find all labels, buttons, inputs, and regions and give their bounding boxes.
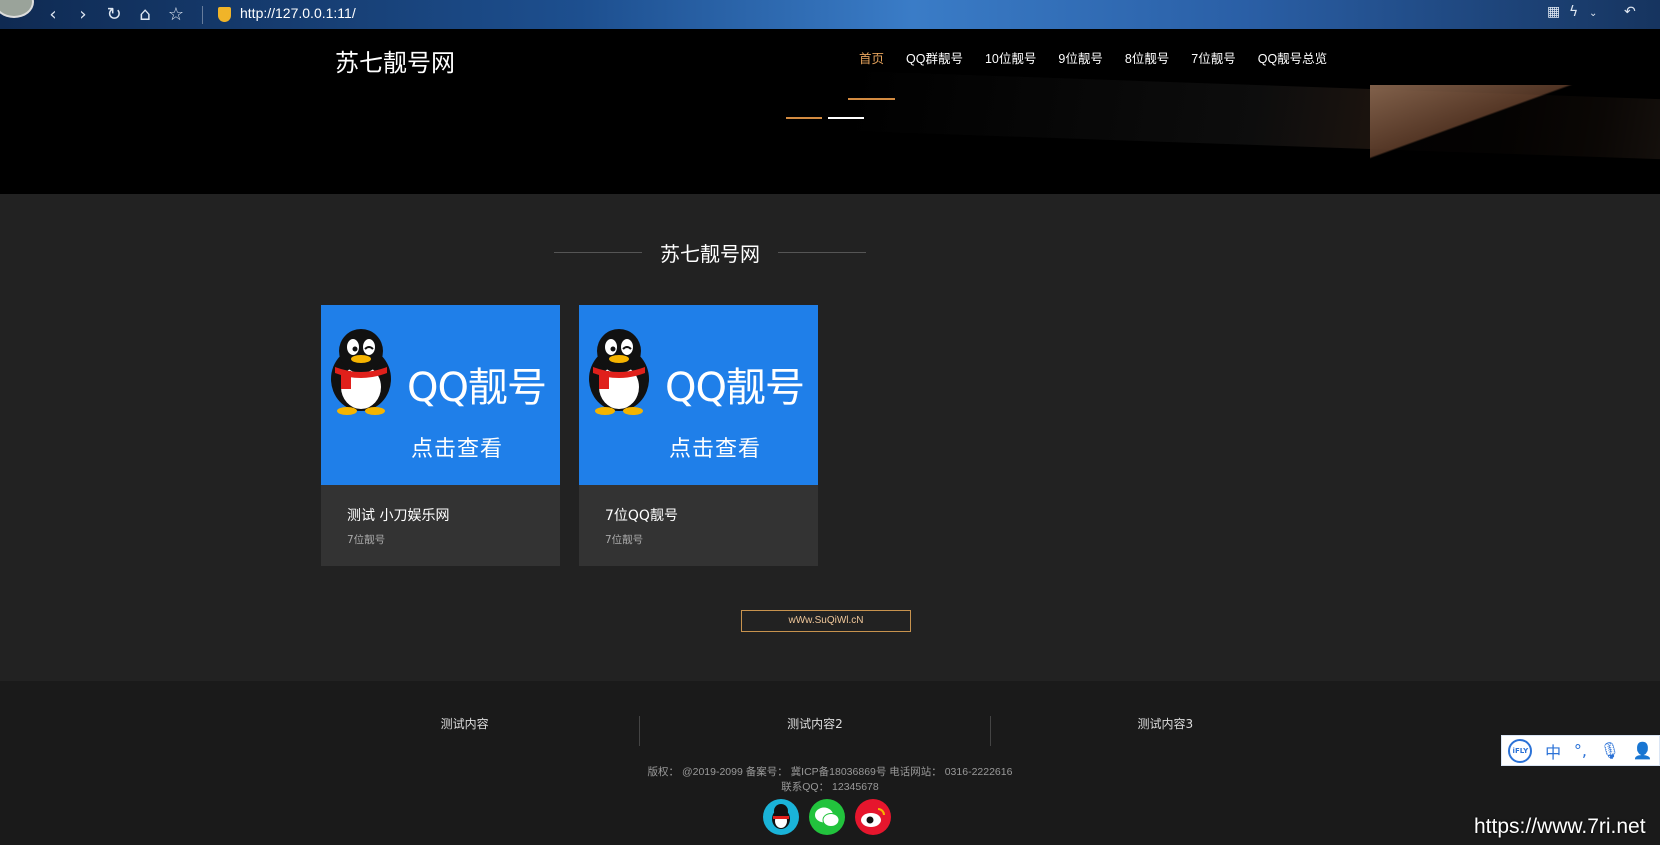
user-icon[interactable]: 👤 [1633,741,1653,760]
lightning-icon[interactable]: ϟ [1569,4,1578,20]
nav-home[interactable]: 首页 [848,48,896,100]
card-category: 7位靓号 [347,534,386,546]
main-nav: 首页 QQ群靓号 10位靓号 9位靓号 8位靓号 7位靓号 QQ靓号总览 [848,48,1338,100]
footer-link[interactable]: 测试内容2 [640,716,991,746]
section-title: 苏七靓号网 [660,242,760,266]
reload-icon[interactable]: ↻ [103,4,125,26]
card-image-title: QQ靓号 [665,365,805,411]
qq-penguin-icon [331,329,391,415]
nav-10-digit[interactable]: 10位靓号 [974,48,1047,100]
ifly-logo-icon[interactable]: iFLY [1508,738,1533,763]
site-link-button[interactable]: wWw.SuQiWl.cN [741,610,911,632]
divider [554,252,642,253]
back-icon[interactable]: ‹ [42,4,64,26]
weibo-icon[interactable] [855,799,891,835]
site-header: 苏七靓号网 首页 QQ群靓号 10位靓号 9位靓号 8位靓号 7位靓号 QQ靓号… [0,29,1660,194]
contact-qq-line: 联系QQ： 12345678 [781,781,879,793]
nav-9-digit[interactable]: 9位靓号 [1047,48,1113,100]
card-thumbnail[interactable]: QQ靓号 点击查看 [321,305,560,485]
ime-toolbar: iFLY 中 °, 🎙 👤 [1501,735,1660,766]
footer-link[interactable]: 测试内容 [290,716,641,746]
card-category: 7位靓号 [605,534,644,546]
site-logo[interactable]: 苏七靓号网 [335,43,455,78]
card-title[interactable]: 测试 小刀娱乐网 [347,505,449,525]
copyright-text: 版权： @2019-2099 备案号： 冀ICP备18036869号 电话网站：… [0,765,1660,795]
banner-image-edge [1370,85,1660,185]
footer-link[interactable]: 测试内容3 [991,716,1340,746]
section-heading: 苏七靓号网 [0,238,1540,267]
bookmark-star-icon[interactable]: ☆ [165,4,187,26]
forward-icon[interactable]: › [72,4,94,26]
microphone-icon[interactable]: 🎙 [1600,741,1620,760]
product-card[interactable]: QQ靓号 点击查看 7位QQ靓号 7位靓号 [579,305,818,566]
footer-columns: 测试内容 测试内容2 测试内容3 [290,716,1340,746]
toolbar-separator [202,6,203,24]
card-image-subtitle: 点击查看 [411,437,504,462]
card-image-subtitle: 点击查看 [669,437,762,462]
nav-7-digit[interactable]: 7位靓号 [1180,48,1246,100]
ime-mode-toggle[interactable]: 中 [1545,739,1561,763]
divider [778,252,866,253]
nav-overview[interactable]: QQ靓号总览 [1247,48,1338,100]
qr-code-icon[interactable]: ▦ [1547,4,1560,20]
qq-icon[interactable] [763,799,799,835]
card-image-title: QQ靓号 [407,365,547,411]
wechat-icon[interactable] [809,799,845,835]
undo-icon[interactable]: ↶ [1624,4,1636,20]
watermark: https://www.7ri.net [1474,815,1646,838]
copyright-line: 版权： @2019-2099 备案号： 冀ICP备18036869号 电话网站：… [647,766,1013,778]
qq-penguin-icon [589,329,649,415]
card-list: QQ靓号 点击查看 测试 小刀娱乐网 7位靓号 QQ靓号 点击查看 7位QQ靓号… [321,305,818,566]
social-links [763,799,891,835]
address-bar[interactable]: http://127.0.0.1:11/ [240,5,356,21]
carousel-dot[interactable] [786,117,822,119]
card-thumbnail[interactable]: QQ靓号 点击查看 [579,305,818,485]
site-footer: 测试内容 测试内容2 测试内容3 版权： @2019-2099 备案号： 冀IC… [0,681,1660,845]
carousel-indicators [786,117,864,119]
chevron-down-icon[interactable]: ⌄ [1589,8,1597,19]
punctuation-icon[interactable]: °, [1574,741,1587,760]
browser-toolbar: ‹ › ↻ ⌂ ☆ http://127.0.0.1:11/ ▦ ϟ ⌄ ↶ [0,0,1660,29]
carousel-dot[interactable] [828,117,864,119]
nav-8-digit[interactable]: 8位靓号 [1114,48,1180,100]
product-card[interactable]: QQ靓号 点击查看 测试 小刀娱乐网 7位靓号 [321,305,560,566]
nav-qq-group[interactable]: QQ群靓号 [895,48,974,100]
home-icon[interactable]: ⌂ [134,4,156,26]
card-title[interactable]: 7位QQ靓号 [605,505,678,525]
profile-avatar[interactable] [0,0,34,18]
security-shield-icon[interactable] [218,7,231,22]
